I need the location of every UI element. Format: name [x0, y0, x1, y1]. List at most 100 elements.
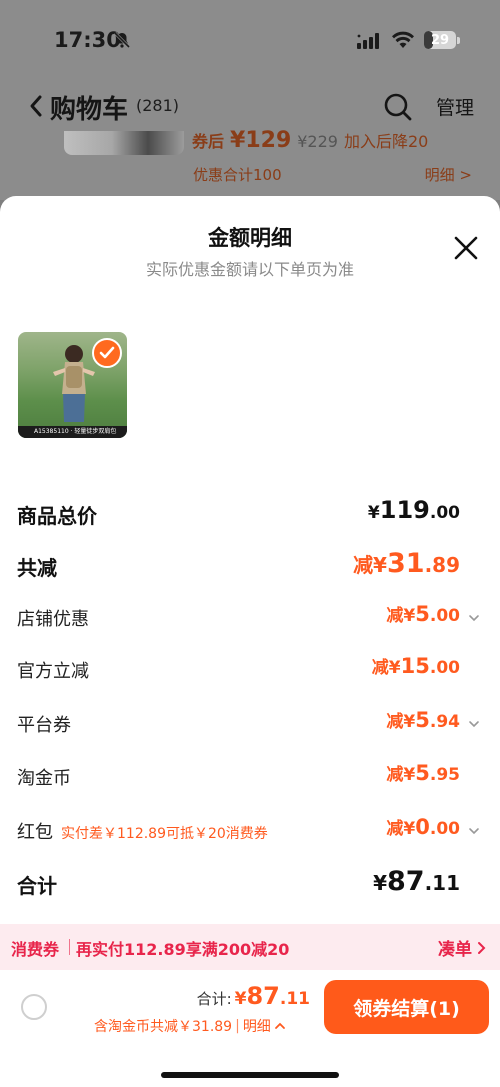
row-label: 店铺优惠	[17, 609, 89, 630]
cart-item-price: ¥129	[230, 128, 292, 153]
value-dec: .94	[429, 712, 460, 732]
sheet-subtitle: 实际优惠金额请以下单页为准	[145, 260, 354, 279]
platform-coupon-value: 减¥ 5.94	[386, 707, 460, 732]
detail-label: 明细	[242, 1019, 271, 1035]
chevron-down-icon[interactable]	[468, 718, 480, 730]
value-dec: .00	[429, 606, 460, 626]
value-dec: .11	[424, 871, 460, 895]
value-prefix: 减¥	[353, 553, 387, 577]
total-reduce-value: 减¥ 31.89	[353, 548, 460, 579]
add-items-label: 凑单	[438, 940, 472, 960]
footer-total: 合计: ¥87.11	[197, 982, 310, 1010]
row-goods-total: 商品总价 ¥119.00	[0, 494, 500, 534]
manage-button[interactable]: 管理	[436, 93, 474, 120]
wifi-icon	[392, 31, 414, 48]
total-prefix: ¥	[234, 989, 247, 1009]
value-dec: .89	[424, 553, 460, 577]
status-time: 17:30	[54, 28, 121, 52]
row-total-reduce: 共减 减¥ 31.89	[0, 546, 500, 586]
divider	[69, 939, 70, 955]
value-dec: .00	[429, 503, 460, 523]
row-shop-discount[interactable]: 店铺优惠 减¥ 5.00	[0, 599, 500, 639]
chevron-up-icon	[274, 1022, 285, 1029]
total-dec: .11	[279, 989, 310, 1009]
row-label: 平台券	[17, 715, 71, 736]
row-label: 官方立减	[17, 661, 89, 682]
value-int: 15	[400, 654, 430, 678]
product-image-caption: A15385110 · 轻量徒步双肩包	[18, 426, 127, 438]
row-label: 商品总价	[17, 504, 97, 528]
value-prefix: 减¥	[386, 765, 416, 785]
product-selected-check[interactable]	[92, 338, 122, 368]
value-int: 0	[415, 815, 430, 839]
sum-value: ¥87.11	[373, 866, 460, 897]
value-int: 31	[386, 548, 425, 579]
value-dec: .00	[429, 819, 460, 839]
cart-item-original-price: ¥229	[297, 132, 338, 151]
coupon-text: 再实付112.89享满200减20	[76, 940, 290, 959]
shop-discount-value: 减¥ 5.00	[386, 601, 460, 626]
sheet-title: 金额明细	[208, 226, 292, 250]
row-platform-coupon[interactable]: 平台券 减¥ 5.94	[0, 705, 500, 745]
savings-detail-toggle[interactable]: 含淘金币共减￥31.89 | 明细	[94, 1016, 286, 1036]
value-int: 119	[379, 496, 430, 524]
checkout-footer: 合计: ¥87.11 含淘金币共减￥31.89 | 明细 领券结算(1)	[0, 970, 500, 1087]
battery-cap	[457, 37, 460, 44]
signal-icon	[357, 33, 379, 49]
official-reduce-value: 减¥ 15.00	[372, 653, 460, 678]
checkout-button[interactable]: 领券结算(1)	[324, 980, 489, 1034]
cart-item-thumbnail	[64, 131, 184, 155]
close-icon[interactable]	[452, 234, 480, 262]
divider: |	[235, 1018, 240, 1034]
search-icon[interactable]	[383, 92, 413, 122]
savings-text: 含淘金币共减￥31.89	[94, 1019, 233, 1035]
value-prefix: 减¥	[386, 606, 416, 626]
row-red-packet[interactable]: 红包 实付差￥112.89可抵￥20消费券 减¥ 0.00	[0, 812, 500, 852]
row-label: 合计	[17, 874, 57, 898]
value-prefix: ¥	[367, 503, 380, 523]
taojinbi-value: 减¥ 5.95	[386, 760, 460, 785]
discount-total: 优惠合计100	[193, 166, 282, 184]
chevron-down-icon[interactable]	[468, 825, 480, 837]
row-label: 红包 实付差￥112.89可抵￥20消费券	[17, 818, 268, 844]
value-dec: .95	[429, 765, 460, 785]
home-indicator	[161, 1072, 339, 1078]
bell-muted-icon	[113, 31, 131, 49]
value-prefix: ¥	[373, 871, 387, 895]
row-official-reduce: 官方立减 减¥ 15.00	[0, 651, 500, 691]
row-sum: 合计 ¥87.11	[0, 864, 500, 904]
value-int: 5	[415, 708, 430, 732]
red-packet-label: 红包	[17, 822, 53, 843]
cart-header: 购物车 (281) 管理	[0, 84, 500, 130]
value-int: 5	[415, 602, 430, 626]
value-prefix: 减¥	[386, 819, 416, 839]
add-items-button[interactable]: 凑单	[438, 935, 486, 960]
page-title: 购物车	[50, 95, 129, 125]
back-arrow-icon[interactable]	[28, 94, 44, 118]
total-int: 87	[246, 982, 280, 1010]
product-photo-figure	[53, 345, 95, 422]
value-int: 5	[415, 761, 430, 785]
value-prefix: 减¥	[386, 712, 416, 732]
coupon-promo-bar[interactable]: 消费券 再实付112.89享满200减20 凑单	[0, 924, 500, 970]
red-packet-note: 实付差￥112.89可抵￥20消费券	[61, 826, 268, 842]
value-dec: .00	[429, 658, 460, 678]
cart-item-price-row: 券后 ¥129 ¥229 加入后降20	[192, 128, 428, 153]
check-icon	[99, 346, 115, 359]
chevron-right-icon	[478, 941, 486, 954]
detail-link[interactable]: 明细 >	[425, 164, 472, 185]
total-label: 合计:	[196, 990, 232, 1008]
battery-percent: 29	[430, 32, 450, 48]
row-taojinbi: 淘金币 减¥ 5.95	[0, 758, 500, 798]
battery-icon: 29	[424, 31, 456, 49]
price-drop-note: 加入后降20	[343, 132, 429, 151]
red-packet-value: 减¥ 0.00	[386, 814, 460, 839]
select-all-checkbox[interactable]	[21, 994, 47, 1020]
status-bar: 17:30 29	[0, 0, 500, 78]
row-label: 淘金币	[17, 768, 71, 789]
goods-total-value: ¥119.00	[368, 496, 460, 524]
after-coupon-label: 券后	[192, 132, 225, 151]
chevron-down-icon[interactable]	[468, 612, 480, 624]
coupon-tag: 消费券	[11, 940, 60, 959]
cart-count: (281)	[136, 96, 180, 115]
